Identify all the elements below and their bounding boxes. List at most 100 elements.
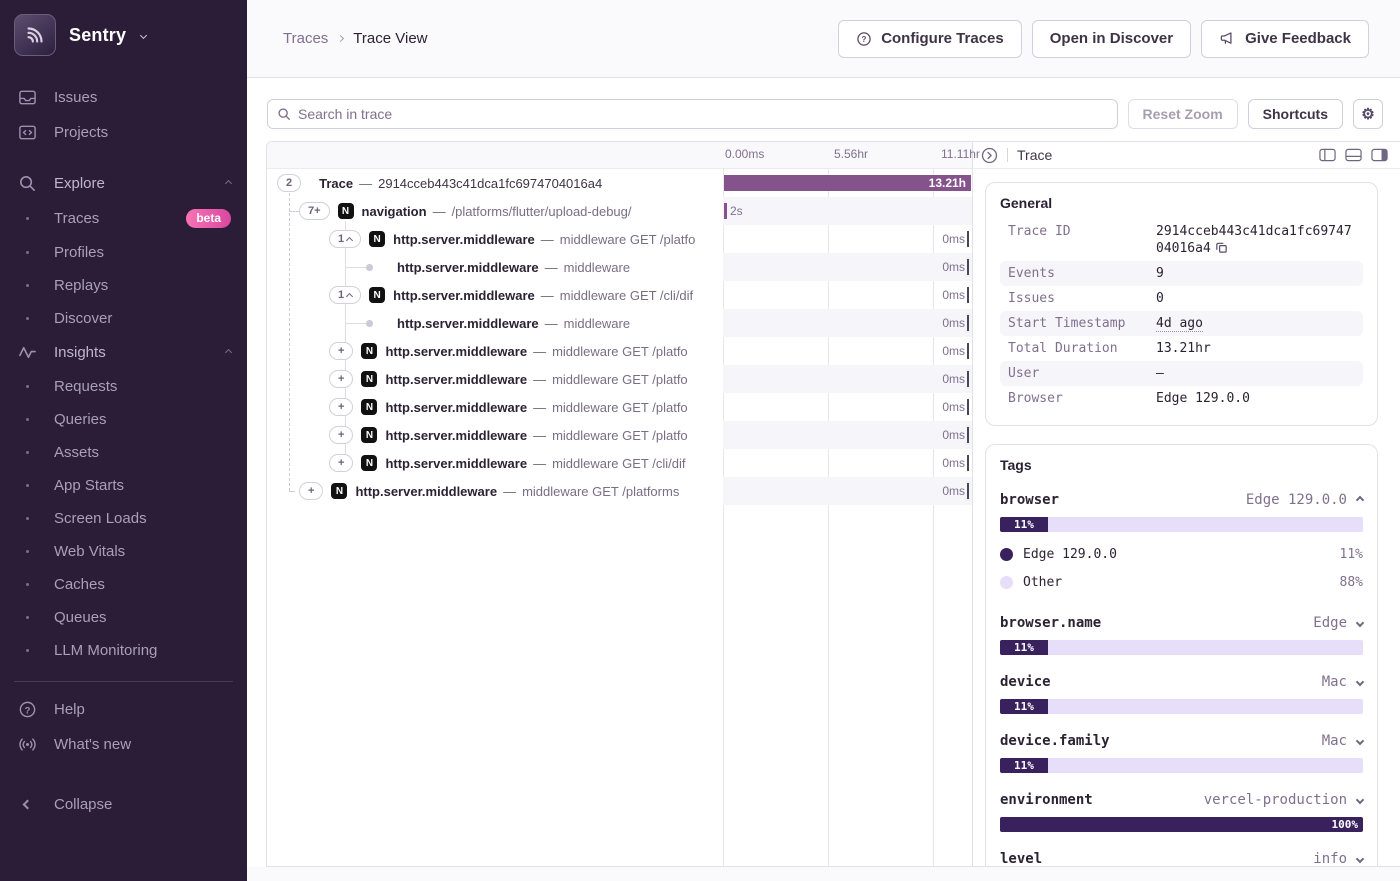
tag-distribution-bar[interactable]: 11% bbox=[1000, 758, 1363, 773]
trace-tree-row[interactable]: +Nhttp.server.middleware—middleware GET … bbox=[267, 393, 972, 421]
span-duration-bar[interactable]: 13.21h bbox=[724, 175, 971, 191]
span-row-label[interactable]: 1Nhttp.server.middleware—middleware GET … bbox=[267, 281, 723, 309]
span-duration-bar[interactable] bbox=[967, 231, 969, 247]
span-timeline-cell[interactable]: 13.21h bbox=[723, 169, 972, 197]
span-timeline-cell[interactable]: 0ms bbox=[723, 309, 972, 337]
trace-tree-row[interactable]: 2Trace—2914cceb443c41dca1fc6974704016a41… bbox=[267, 169, 972, 197]
span-duration-bar[interactable] bbox=[724, 203, 727, 219]
sidebar-item-requests[interactable]: Requests bbox=[0, 370, 247, 403]
org-switcher[interactable]: Sentry bbox=[0, 14, 247, 56]
span-duration-bar[interactable] bbox=[967, 371, 969, 387]
tag-header[interactable]: browserEdge 129.0.0 bbox=[1000, 492, 1363, 508]
expand-toggle[interactable]: + bbox=[329, 342, 353, 360]
span-row-label[interactable]: 2Trace—2914cceb443c41dca1fc6974704016a4 bbox=[267, 169, 723, 197]
tag-header[interactable]: levelinfo bbox=[1000, 851, 1363, 866]
expand-toggle[interactable]: 1 bbox=[329, 230, 361, 248]
sidebar-item-projects[interactable]: Projects bbox=[0, 115, 247, 150]
span-duration-bar[interactable] bbox=[967, 483, 969, 499]
tag-distribution-bar[interactable]: 11% bbox=[1000, 699, 1363, 714]
tag-legend-row[interactable]: Edge 129.0.011% bbox=[1000, 540, 1363, 568]
sidebar-collapse-button[interactable]: Collapse bbox=[0, 788, 247, 821]
trace-tree-row[interactable]: +Nhttp.server.middleware—middleware GET … bbox=[267, 337, 972, 365]
span-row-label[interactable]: +Nhttp.server.middleware—middleware GET … bbox=[267, 421, 723, 449]
span-duration-bar[interactable] bbox=[967, 343, 969, 359]
span-row-label[interactable]: 7+Nnavigation—/platforms/flutter/upload-… bbox=[267, 197, 723, 225]
trace-tree-row[interactable]: +Nhttp.server.middleware—middleware GET … bbox=[267, 365, 972, 393]
trace-tree-row[interactable]: +Nhttp.server.middleware—middleware GET … bbox=[267, 421, 972, 449]
expand-toggle[interactable]: + bbox=[329, 370, 353, 388]
copy-icon[interactable] bbox=[1215, 241, 1228, 254]
sidebar-item-issues[interactable]: Issues bbox=[0, 80, 247, 115]
trace-tree-row[interactable]: +Nhttp.server.middleware—middleware GET … bbox=[267, 477, 972, 505]
shortcuts-button[interactable]: Shortcuts bbox=[1248, 99, 1343, 129]
expand-toggle[interactable]: + bbox=[329, 426, 353, 444]
span-row-label[interactable]: +Nhttp.server.middleware—middleware GET … bbox=[267, 337, 723, 365]
span-timeline-cell[interactable]: 0ms bbox=[723, 421, 972, 449]
tag-header[interactable]: device.familyMac bbox=[1000, 733, 1363, 749]
tag-header[interactable]: environmentvercel-production bbox=[1000, 792, 1363, 808]
expand-toggle[interactable]: 1 bbox=[329, 286, 361, 304]
tag-legend-row[interactable]: Other88% bbox=[1000, 568, 1363, 596]
span-timeline-cell[interactable]: 0ms bbox=[723, 225, 972, 253]
span-row-label[interactable]: +Nhttp.server.middleware—middleware GET … bbox=[267, 477, 723, 505]
span-row-label[interactable]: +Nhttp.server.middleware—middleware GET … bbox=[267, 365, 723, 393]
sidebar-item-queues[interactable]: Queues bbox=[0, 601, 247, 634]
span-duration-bar[interactable] bbox=[967, 455, 969, 471]
sidebar-item-profiles[interactable]: Profiles bbox=[0, 236, 247, 269]
sidebar-item-app-starts[interactable]: App Starts bbox=[0, 469, 247, 502]
sidebar-item-queries[interactable]: Queries bbox=[0, 403, 247, 436]
expand-toggle[interactable]: 2 bbox=[277, 174, 301, 192]
sidebar-item-discover[interactable]: Discover bbox=[0, 302, 247, 335]
sidebar-item-what-s-new[interactable]: What's new bbox=[0, 727, 247, 762]
span-row-label[interactable]: +Nhttp.server.middleware—middleware GET … bbox=[267, 449, 723, 477]
trace-tree-row[interactable]: 1Nhttp.server.middleware—middleware GET … bbox=[267, 281, 972, 309]
expand-toggle[interactable]: 7+ bbox=[299, 202, 330, 220]
span-timeline-cell[interactable]: 0ms bbox=[723, 337, 972, 365]
trace-tree-row[interactable]: http.server.middleware—middleware0ms bbox=[267, 253, 972, 281]
span-row-label[interactable]: http.server.middleware—middleware bbox=[267, 309, 723, 337]
settings-gear-button[interactable]: ⚙ bbox=[1353, 99, 1383, 129]
sidebar-section-explore[interactable]: Explore bbox=[0, 166, 247, 201]
tag-distribution-bar[interactable]: 100% bbox=[1000, 817, 1363, 832]
breadcrumb-traces-link[interactable]: Traces bbox=[283, 30, 328, 47]
reset-zoom-button[interactable]: Reset Zoom bbox=[1128, 99, 1238, 129]
span-duration-bar[interactable] bbox=[967, 427, 969, 443]
search-input[interactable] bbox=[298, 106, 1108, 122]
span-timeline-cell[interactable]: 2s bbox=[723, 197, 972, 225]
sidebar-item-web-vitals[interactable]: Web Vitals bbox=[0, 535, 247, 568]
span-duration-bar[interactable] bbox=[967, 315, 969, 331]
sidebar-item-assets[interactable]: Assets bbox=[0, 436, 247, 469]
sidebar-item-help[interactable]: ?Help bbox=[0, 692, 247, 727]
span-timeline-cell[interactable]: 0ms bbox=[723, 449, 972, 477]
dock-bottom-icon[interactable] bbox=[1345, 148, 1362, 162]
span-duration-bar[interactable] bbox=[967, 287, 969, 303]
sidebar-item-llm-monitoring[interactable]: LLM Monitoring bbox=[0, 634, 247, 667]
span-duration-bar[interactable] bbox=[967, 399, 969, 415]
dock-left-icon[interactable] bbox=[1319, 148, 1336, 162]
span-timeline-cell[interactable]: 0ms bbox=[723, 393, 972, 421]
configure-traces-button[interactable]: ?Configure Traces bbox=[838, 20, 1022, 58]
trace-tree-row[interactable]: 1Nhttp.server.middleware—middleware GET … bbox=[267, 225, 972, 253]
span-row-label[interactable]: http.server.middleware—middleware bbox=[267, 253, 723, 281]
tag-header[interactable]: deviceMac bbox=[1000, 674, 1363, 690]
trace-tree-row[interactable]: http.server.middleware—middleware0ms bbox=[267, 309, 972, 337]
search-box[interactable] bbox=[267, 99, 1118, 129]
trace-tree-row[interactable]: 7+Nnavigation—/platforms/flutter/upload-… bbox=[267, 197, 972, 225]
give-feedback-button[interactable]: Give Feedback bbox=[1201, 20, 1369, 58]
tag-distribution-bar[interactable]: 11% bbox=[1000, 517, 1363, 532]
span-duration-bar[interactable] bbox=[967, 259, 969, 275]
trace-tree-row[interactable]: +Nhttp.server.middleware—middleware GET … bbox=[267, 449, 972, 477]
sidebar-section-insights[interactable]: Insights bbox=[0, 335, 247, 370]
span-row-label[interactable]: +Nhttp.server.middleware—middleware GET … bbox=[267, 393, 723, 421]
span-timeline-cell[interactable]: 0ms bbox=[723, 365, 972, 393]
sidebar-item-replays[interactable]: Replays bbox=[0, 269, 247, 302]
tag-header[interactable]: browser.nameEdge bbox=[1000, 615, 1363, 631]
chevron-right-circle-icon[interactable] bbox=[981, 147, 998, 164]
dock-right-icon[interactable] bbox=[1371, 148, 1388, 162]
sidebar-item-screen-loads[interactable]: Screen Loads bbox=[0, 502, 247, 535]
expand-toggle[interactable]: + bbox=[329, 398, 353, 416]
span-timeline-cell[interactable]: 0ms bbox=[723, 477, 972, 505]
open-in-discover-button[interactable]: Open in Discover bbox=[1032, 20, 1191, 58]
tag-distribution-bar[interactable]: 11% bbox=[1000, 640, 1363, 655]
span-timeline-cell[interactable]: 0ms bbox=[723, 281, 972, 309]
